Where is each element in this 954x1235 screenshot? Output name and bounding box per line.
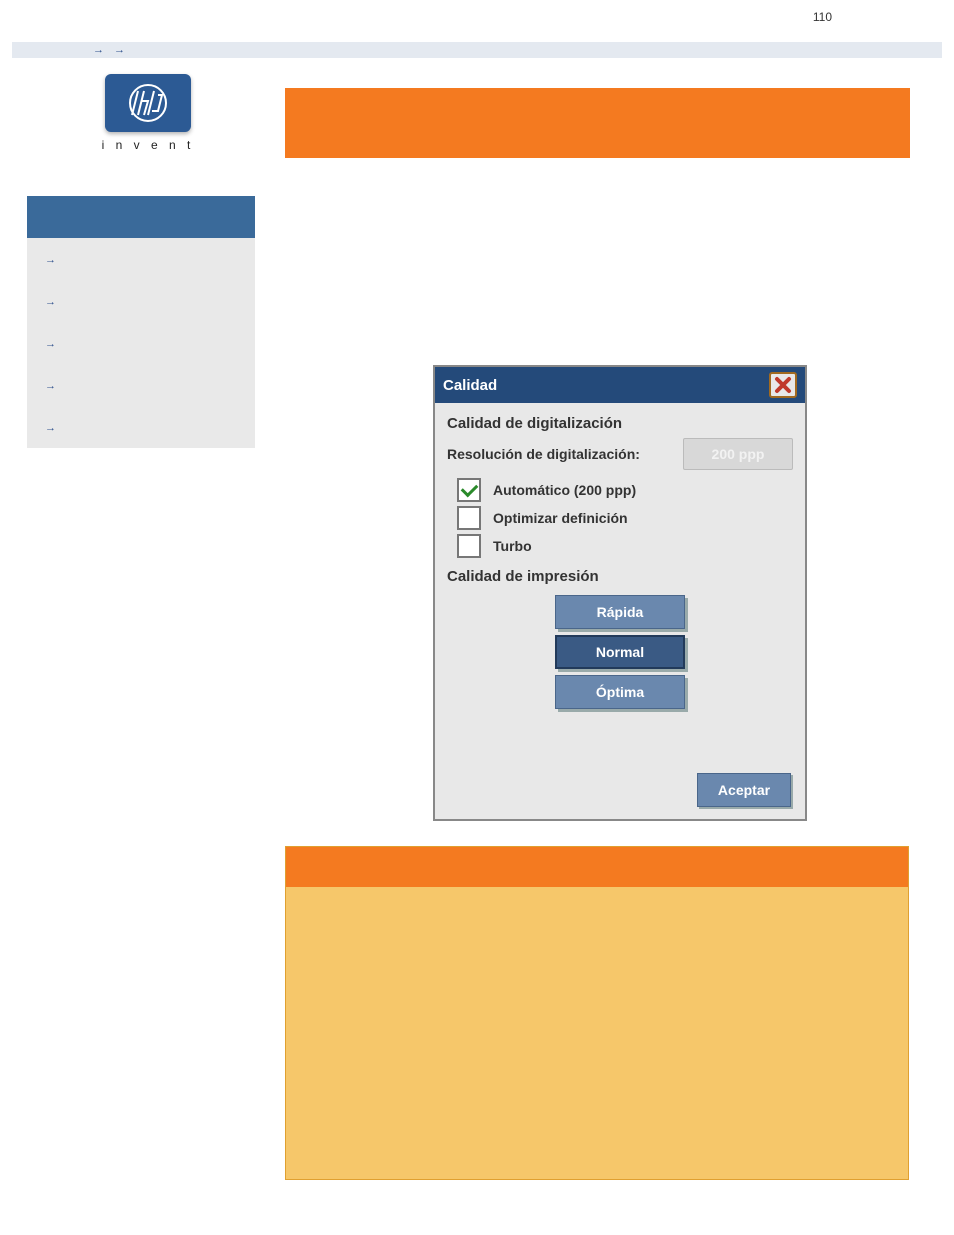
turbo-checkbox[interactable] [457, 534, 481, 558]
print-quality-group-label: Calidad de impresión [447, 568, 793, 585]
auto-checkbox-label: Automático (200 ppp) [493, 482, 636, 498]
sidebar: → → → → → [27, 196, 255, 448]
hp-tagline: i n v e n t [93, 138, 203, 152]
optimize-checkbox-label: Optimizar definición [493, 510, 628, 526]
arrow-right-icon: → [45, 296, 56, 308]
close-button[interactable] [769, 372, 797, 398]
page-title-band [285, 88, 910, 158]
turbo-checkbox-label: Turbo [493, 538, 532, 554]
sidebar-item-4[interactable]: → [27, 364, 255, 406]
arrow-right-icon: → [45, 380, 56, 392]
note-header [286, 847, 908, 887]
auto-checkbox[interactable] [457, 478, 481, 502]
resolution-value[interactable]: 200 ppp [683, 438, 793, 470]
note-body [286, 887, 908, 1179]
page-number: 110 [813, 10, 832, 24]
quality-best-button[interactable]: Óptima [555, 675, 685, 709]
resolution-label: Resolución de digitalización: [447, 446, 640, 462]
hp-badge-icon [105, 74, 191, 132]
sidebar-item-5[interactable]: → [27, 406, 255, 448]
hp-logo: i n v e n t [93, 74, 203, 152]
arrow-right-icon: → [114, 44, 125, 56]
dialog-titlebar: Calidad [435, 367, 805, 403]
arrow-right-icon: → [45, 338, 56, 350]
sidebar-item-1[interactable]: → [27, 238, 255, 280]
optimize-checkbox[interactable] [457, 506, 481, 530]
scan-quality-group-label: Calidad de digitalización [447, 415, 793, 432]
arrow-right-icon: → [45, 422, 56, 434]
breadcrumb: → → [12, 42, 942, 58]
note-box [285, 846, 909, 1180]
quality-normal-button[interactable]: Normal [555, 635, 685, 669]
sidebar-item-3[interactable]: → [27, 322, 255, 364]
quality-dialog: Calidad Calidad de digitalización Resolu… [433, 365, 807, 821]
quality-fast-button[interactable]: Rápida [555, 595, 685, 629]
close-icon [774, 376, 792, 394]
dialog-title: Calidad [443, 377, 497, 394]
accept-button[interactable]: Aceptar [697, 773, 791, 807]
arrow-right-icon: → [93, 44, 104, 56]
arrow-right-icon: → [45, 254, 56, 266]
sidebar-header [27, 196, 255, 238]
sidebar-item-2[interactable]: → [27, 280, 255, 322]
